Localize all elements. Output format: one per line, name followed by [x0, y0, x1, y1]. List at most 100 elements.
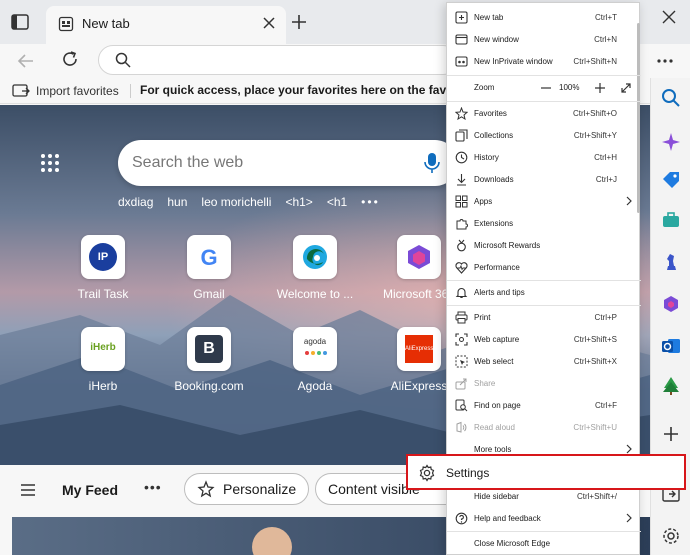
favorites-star-icon	[455, 107, 468, 120]
back-arrow-icon[interactable]	[16, 51, 36, 71]
apps-grid-icon[interactable]	[40, 153, 60, 173]
tools-briefcase-icon[interactable]	[661, 210, 681, 230]
apps-icon	[455, 195, 468, 208]
settings-label: Settings	[446, 466, 490, 480]
chevron-right-icon	[626, 444, 632, 454]
puzzle-piece-icon	[456, 219, 468, 230]
menu-item-close-edge[interactable]: Close Microsoft Edge	[447, 534, 641, 554]
search-icon	[115, 52, 131, 68]
menu-divider	[447, 305, 641, 306]
personalize-icon	[197, 480, 215, 498]
share-icon	[455, 378, 467, 390]
more-options-icon[interactable]	[656, 52, 674, 70]
fullscreen-icon[interactable]	[619, 81, 633, 95]
rewards-medal-icon	[457, 239, 466, 252]
menu-item-history[interactable]: History Ctrl+H	[447, 148, 641, 168]
menu-divider	[447, 101, 641, 102]
shopping-tag-icon[interactable]	[661, 170, 681, 190]
tab-title: New tab	[82, 16, 130, 31]
menu-item-extensions[interactable]: Extensions	[447, 214, 641, 234]
add-icon[interactable]	[661, 424, 681, 444]
recent-search-item[interactable]: hun	[167, 195, 187, 209]
zoom-in-icon[interactable]	[593, 81, 607, 95]
menu-item-apps[interactable]: Apps	[447, 192, 641, 212]
import-favorites-button[interactable]: Import favorites	[12, 82, 119, 100]
help-icon	[455, 512, 468, 525]
quick-link-trail-task[interactable]: IP Trail Task	[58, 235, 148, 301]
feed-more-button[interactable]: •••	[144, 479, 162, 495]
download-icon	[457, 174, 466, 186]
menu-item-new-inprivate-window[interactable]: New InPrivate window Ctrl+Shift+N	[447, 52, 641, 72]
menu-item-new-tab[interactable]: New tab Ctrl+T	[447, 8, 641, 28]
bell-icon	[455, 287, 468, 299]
quick-link-booking[interactable]: B Booking.com	[164, 327, 254, 393]
zoom-level: 100%	[559, 83, 580, 92]
menu-item-microsoft-rewards[interactable]: Microsoft Rewards	[447, 236, 641, 256]
chevron-right-icon	[626, 513, 632, 523]
window-close-icon[interactable]	[662, 10, 676, 24]
quick-link-iherb[interactable]: iHerb iHerb	[58, 327, 148, 393]
zoom-out-icon[interactable]	[539, 81, 553, 95]
search-placeholder: Search the web	[132, 154, 244, 171]
menu-item-settings[interactable]: Settings	[406, 454, 686, 490]
menu-item-web-select[interactable]: Web select Ctrl+Shift+X	[447, 352, 641, 372]
menu-item-print[interactable]: Print Ctrl+P	[447, 308, 641, 328]
search-icon[interactable]	[661, 88, 681, 108]
quick-link-welcome[interactable]: Welcome to ...	[270, 235, 360, 301]
menu-item-downloads[interactable]: Downloads Ctrl+J	[447, 170, 641, 190]
menu-item-alerts-and-tips[interactable]: Alerts and tips	[447, 283, 641, 303]
recent-search-item[interactable]: <h1>	[285, 195, 312, 209]
recent-searches: dxdiag hun leo morichelli <h1> <h1 •••	[118, 195, 380, 209]
outlook-icon[interactable]	[661, 336, 681, 356]
tab-new-tab[interactable]: New tab	[46, 6, 286, 44]
printer-icon	[455, 311, 468, 324]
feed-title[interactable]: My Feed	[62, 482, 118, 498]
quick-link-agoda[interactable]: agoda Agoda	[270, 327, 360, 393]
web-select-icon	[455, 355, 468, 368]
iherb-icon: iHerb	[81, 327, 125, 371]
menu-item-favorites[interactable]: Favorites Ctrl+Shift+O	[447, 104, 641, 124]
collections-icon	[455, 129, 468, 142]
quick-link-gmail[interactable]: G Gmail	[164, 235, 254, 301]
recent-search-item[interactable]: dxdiag	[118, 195, 153, 209]
recent-search-item[interactable]: <h1	[327, 195, 347, 209]
personalize-label: Personalize	[223, 481, 297, 497]
new-tab-plus-icon[interactable]	[290, 13, 308, 31]
menu-item-find-on-page[interactable]: Find on page Ctrl+F	[447, 396, 641, 416]
import-favorites-label: Import favorites	[36, 84, 119, 98]
microsoft-365-icon[interactable]	[661, 294, 681, 314]
personalize-button[interactable]: Personalize	[184, 473, 310, 505]
menu-item-web-capture[interactable]: Web capture Ctrl+Shift+S	[447, 330, 641, 350]
hamburger-menu-icon[interactable]	[20, 483, 36, 497]
copilot-sparkle-icon[interactable]	[661, 132, 681, 152]
menu-item-performance[interactable]: Performance	[447, 258, 641, 278]
import-icon	[12, 84, 30, 97]
recent-search-item[interactable]: leo morichelli	[201, 195, 271, 209]
menu-divider	[447, 75, 641, 76]
more-searches-button[interactable]: •••	[361, 195, 380, 209]
find-icon	[455, 399, 468, 412]
menu-item-read-aloud: Read aloud Ctrl+Shift+U	[447, 418, 641, 438]
menu-item-help-and-feedback[interactable]: Help and feedback	[447, 509, 641, 529]
gear-icon[interactable]	[661, 526, 681, 546]
microsoft-365-icon	[397, 235, 441, 279]
menu-item-hide-sidebar[interactable]: Hide sidebar Ctrl+Shift+/	[447, 487, 641, 507]
games-chess-icon[interactable]	[661, 252, 681, 272]
menu-item-new-window[interactable]: New window Ctrl+N	[447, 30, 641, 50]
tab-actions-icon[interactable]	[10, 12, 30, 32]
read-aloud-icon	[456, 421, 467, 433]
inprivate-icon	[455, 56, 468, 67]
agoda-icon: agoda	[293, 327, 337, 371]
edge-icon	[293, 235, 337, 279]
web-search-input[interactable]: Search the web	[118, 140, 458, 186]
aliexpress-icon: AliExpress	[397, 327, 441, 371]
tree-icon[interactable]	[661, 376, 681, 396]
microphone-icon[interactable]	[424, 152, 440, 174]
chevron-right-icon	[626, 196, 632, 206]
close-tab-icon[interactable]	[262, 16, 276, 30]
menu-item-zoom: Zoom 100%	[447, 78, 641, 98]
menu-item-collections[interactable]: Collections Ctrl+Shift+Y	[447, 126, 641, 146]
address-bar[interactable]	[98, 45, 458, 75]
reload-icon[interactable]	[60, 49, 80, 69]
new-tab-icon	[455, 11, 468, 24]
